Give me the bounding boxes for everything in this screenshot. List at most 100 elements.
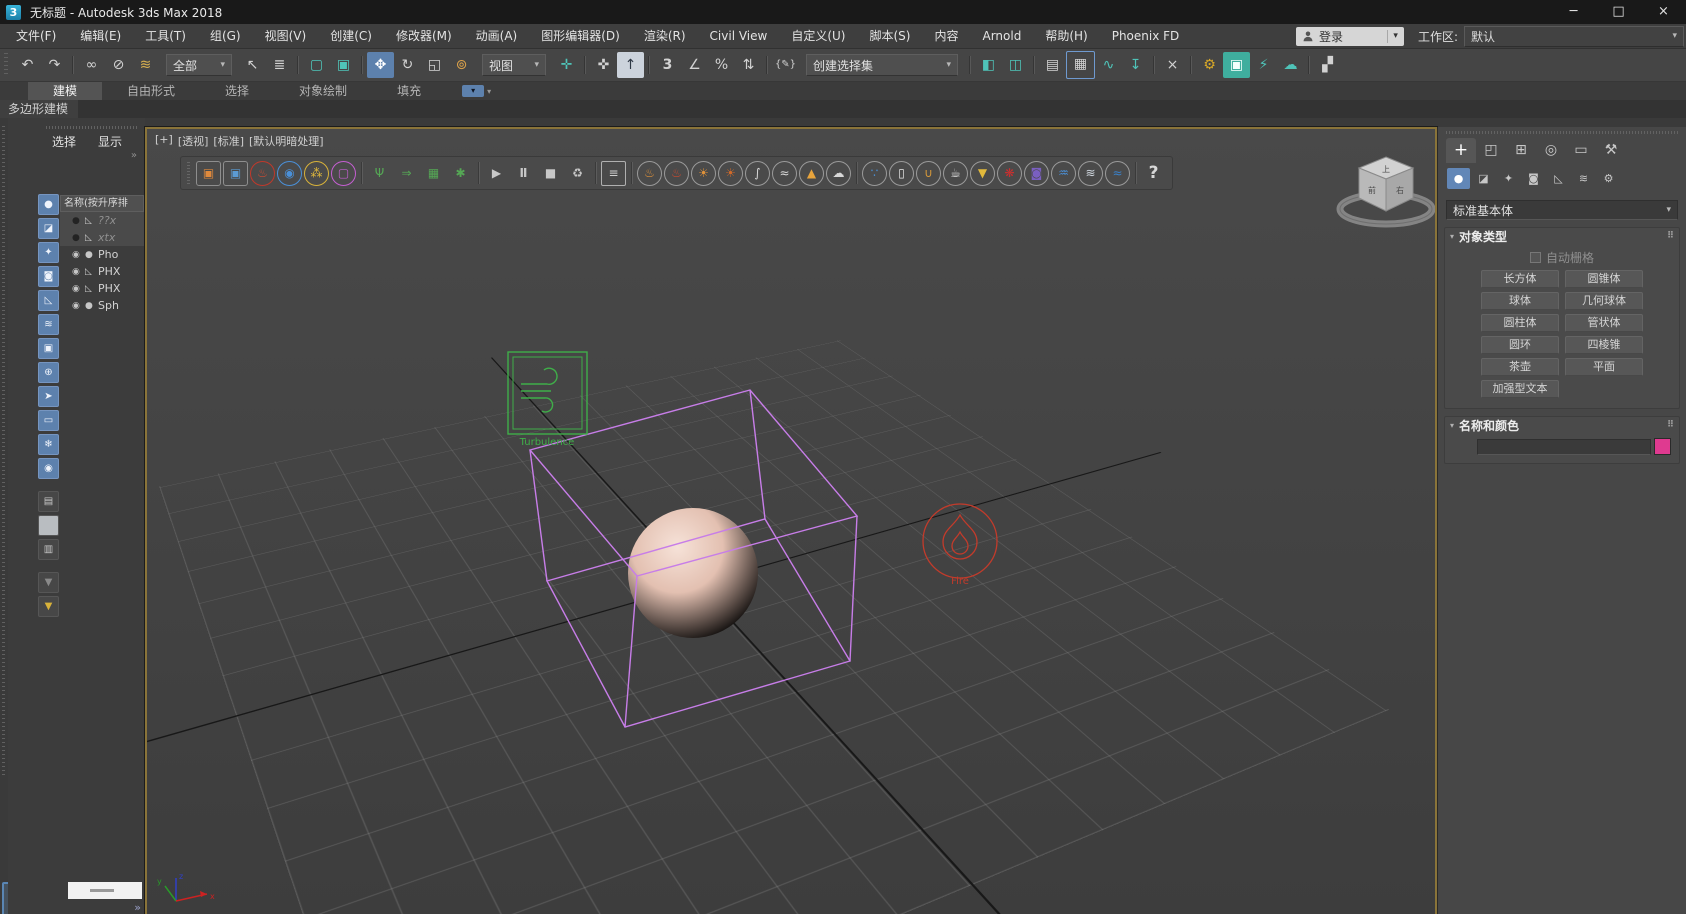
select-and-scale-button[interactable]: ◱ — [421, 52, 448, 78]
name-color-rollout-header[interactable]: ▾ 名称和颜色 ⠿ — [1445, 417, 1679, 433]
percent-snap-toggle[interactable]: % — [708, 52, 735, 78]
spinner-snap-toggle[interactable]: ⇅ — [735, 52, 762, 78]
visibility-eye-icon[interactable]: ◉ — [72, 267, 85, 277]
phx-burst[interactable]: ✱ — [448, 161, 473, 186]
curve-editor-button[interactable]: ∿ — [1095, 52, 1122, 78]
toggle-ribbon-button[interactable]: ↧ — [1122, 52, 1149, 78]
rendered-frame-window-button[interactable]: ▣ — [1223, 52, 1250, 78]
preset-blood[interactable]: ❋ — [997, 161, 1022, 186]
toolbar-grip[interactable] — [187, 162, 190, 184]
reference-coordinate-dropdown[interactable]: 视图 ▾ — [482, 54, 546, 76]
menu-item[interactable]: 组(G) — [198, 24, 253, 48]
object-color-swatch[interactable] — [1654, 438, 1671, 455]
viewport-label-menu[interactable]: [标准] — [213, 133, 244, 149]
snaps-toggle-3d[interactable]: 3 — [654, 52, 681, 78]
phx-help-button[interactable]: ? — [1141, 161, 1166, 186]
menu-item[interactable]: 视图(V) — [253, 24, 319, 48]
object-type-button[interactable]: 平面 — [1565, 358, 1643, 376]
object-type-button[interactable]: 圆柱体 — [1481, 314, 1559, 332]
object-type-rollout-header[interactable]: ▾ 对象类型 ⠿ — [1445, 228, 1679, 244]
ribbon-tab[interactable]: 对象绘制 — [274, 82, 372, 100]
ribbon-tab[interactable]: 填充 — [372, 82, 446, 100]
object-type-button[interactable]: 长方体 — [1481, 270, 1559, 288]
viewcube[interactable]: 上 前 右 — [1340, 157, 1432, 224]
horizontal-scrollbar[interactable] — [68, 882, 142, 899]
object-type-button[interactable]: 几何球体 — [1565, 292, 1643, 310]
toggle-scene-explorer-button[interactable]: ▦ — [1066, 51, 1095, 79]
filter-shapes[interactable]: ◪ — [38, 218, 59, 239]
visibility-eye-icon[interactable]: ◉ — [72, 250, 85, 260]
preset-water-drops[interactable]: ∵ — [862, 161, 887, 186]
select-and-place-button[interactable]: ⊚ — [448, 52, 475, 78]
scene-row-hidden-2[interactable]: ● ◺ xtx — [60, 229, 144, 246]
scene-row-hidden-1[interactable]: ● ◺ ??x — [60, 212, 144, 229]
filter-config[interactable]: ▼ — [38, 572, 59, 593]
filter-spacewarps[interactable]: ≋ — [38, 314, 59, 335]
ribbon-panel-polygon-modeling[interactable]: 多边形建模 — [0, 100, 78, 118]
preset-candle[interactable]: ▲ — [799, 161, 824, 186]
filter-geometry[interactable]: ● — [38, 194, 59, 215]
render-in-cloud-button[interactable]: ☁ — [1277, 52, 1304, 78]
tab-modify[interactable]: ◰ — [1476, 138, 1506, 163]
tab-hierarchy[interactable]: ⊞ — [1506, 138, 1536, 163]
ribbon-tab[interactable]: 选择 — [200, 82, 274, 100]
select-object-button[interactable]: ↖ — [239, 52, 266, 78]
phx-simulation-list[interactable]: ≡ — [601, 161, 626, 186]
object-type-button[interactable]: 加强型文本 — [1481, 380, 1559, 398]
menu-item[interactable]: 内容 — [922, 24, 970, 48]
edit-named-selection-sets-button[interactable]: {✎} — [772, 52, 799, 78]
filter-groups[interactable]: ▣ — [38, 338, 59, 359]
material-editor-button[interactable]: ▞ — [1314, 52, 1341, 78]
tab-utilities[interactable]: ⚒ — [1596, 138, 1626, 163]
menu-item[interactable]: Arnold — [970, 24, 1033, 48]
use-pivot-center-button[interactable]: ✛ — [553, 52, 580, 78]
menu-item[interactable]: 自定义(U) — [779, 24, 857, 48]
filter-particles[interactable]: ❄ — [38, 434, 59, 455]
schematic-view-button[interactable]: × — [1159, 52, 1186, 78]
unlink-selection-button[interactable]: ⊘ — [105, 52, 132, 78]
angle-snap-toggle[interactable]: ∠ — [681, 52, 708, 78]
visibility-eye-icon[interactable]: ◉ — [72, 284, 85, 294]
preset-explosion[interactable]: ☀ — [691, 161, 716, 186]
object-type-button[interactable]: 圆环 — [1481, 336, 1559, 354]
category-systems[interactable]: ⚙ — [1597, 168, 1620, 189]
menu-item[interactable]: 脚本(S) — [857, 24, 922, 48]
scrollbar-thumb[interactable] — [90, 889, 114, 892]
preset-fuel-explosion[interactable]: ☀ — [718, 161, 743, 186]
preset-beer[interactable]: ∪ — [916, 161, 941, 186]
preset-smoke[interactable]: ∫ — [745, 161, 770, 186]
viewport-label-menu[interactable]: [默认明暗处理] — [249, 133, 324, 149]
phx-particle-tuner[interactable]: ▢ — [331, 161, 356, 186]
menu-item[interactable]: 动画(A) — [464, 24, 530, 48]
preset-fire[interactable]: ♨ — [664, 161, 689, 186]
align-button[interactable]: ◫ — [1002, 52, 1029, 78]
preset-ink[interactable]: ◙ — [1024, 161, 1049, 186]
overflow-chevron-icon[interactable]: » — [134, 901, 141, 914]
preset-honey[interactable]: ▼ — [970, 161, 995, 186]
phx-delete-cache-button[interactable]: ♻ — [565, 161, 590, 186]
menu-item[interactable]: 编辑(E) — [68, 24, 133, 48]
category-cameras[interactable]: ◙ — [1522, 168, 1545, 189]
select-and-move-button[interactable]: ✥ — [367, 52, 394, 78]
tab-display[interactable]: ▭ — [1566, 138, 1596, 163]
tab-create[interactable]: + — [1446, 138, 1476, 163]
object-name-field[interactable] — [1477, 439, 1651, 455]
undo-button[interactable]: ↶ — [14, 52, 41, 78]
phx-fire-simulator[interactable]: ▣ — [196, 161, 221, 186]
menu-item[interactable]: 修改器(M) — [384, 24, 464, 48]
phx-stop-button[interactable]: ■ — [538, 161, 563, 186]
perspective-viewport[interactable]: [+][透视][标准][默认明暗处理] ▣▣♨◉⁂▢Ψ⇒▦✱▶Ⅱ■♻≡♨♨☀☀∫… — [145, 127, 1437, 914]
filter-bones[interactable]: ➤ — [38, 386, 59, 407]
subcategory-dropdown[interactable]: 标准基本体 ▾ — [1446, 200, 1678, 220]
category-shapes[interactable]: ◪ — [1472, 168, 1495, 189]
preset-wave[interactable]: ≋ — [1078, 161, 1103, 186]
menu-item[interactable]: 渲染(R) — [632, 24, 698, 48]
menu-item[interactable]: Phoenix FD — [1100, 24, 1192, 48]
named-selection-sets-dropdown[interactable]: 创建选择集 ▾ — [806, 54, 958, 76]
phx-node-tree[interactable]: Ψ — [367, 161, 392, 186]
keyboard-shortcut-override-toggle[interactable]: ↑ — [617, 52, 644, 78]
phx-preview[interactable]: ▦ — [421, 161, 446, 186]
selection-filter-dropdown[interactable]: 全部 ▾ — [166, 54, 232, 76]
menu-item[interactable]: 帮助(H) — [1033, 24, 1099, 48]
filter-doc-1[interactable]: ▤ — [38, 491, 59, 512]
